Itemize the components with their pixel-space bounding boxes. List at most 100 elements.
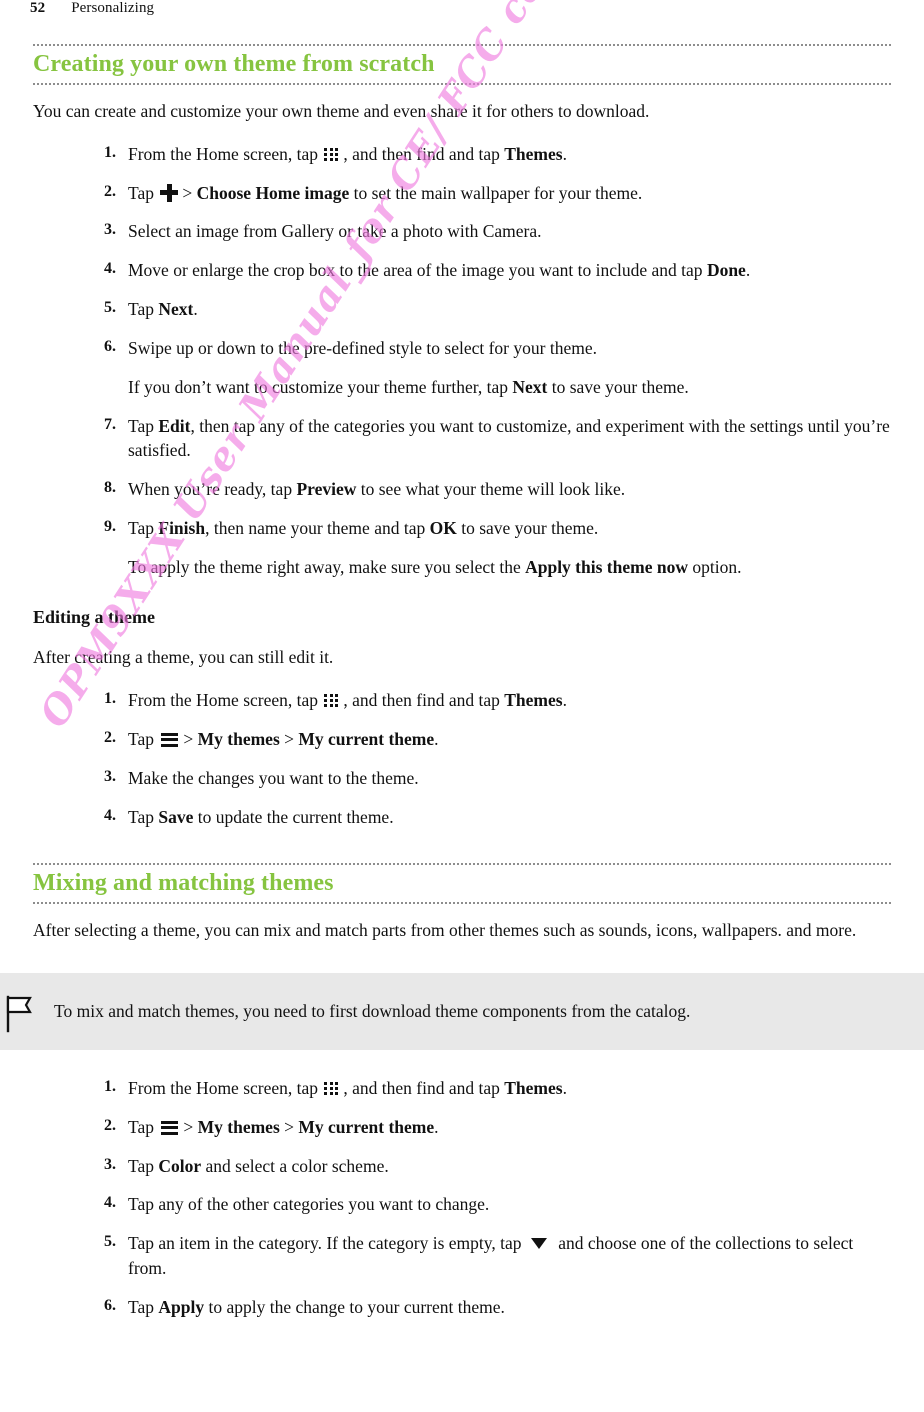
- section-intro-mixing-matching: After selecting a theme, you can mix and…: [33, 920, 857, 941]
- document-page: 52 Personalizing Creating your own theme…: [0, 0, 924, 1412]
- step-subtext: To apply the theme right away, make sure…: [128, 556, 742, 577]
- step-text: From the Home screen, tap , and then fin…: [128, 1077, 567, 1098]
- chapter-title: Personalizing: [71, 0, 155, 16]
- step-item: 7. Tap Edit, then tap any of the categori…: [33, 414, 891, 464]
- emphasis-term: Next: [512, 376, 548, 397]
- step-item: 2. Tap > My themes > My current theme.: [33, 1115, 891, 1140]
- step-text: Tap Apply to apply the change to your cu…: [128, 1296, 505, 1317]
- emphasis-term: Next: [158, 299, 194, 320]
- page-number: 52: [30, 0, 46, 16]
- step-number: 2.: [104, 182, 116, 200]
- section-heading-creating-theme: Creating your own theme from scratch: [33, 44, 891, 85]
- step-item: 8. When you’re ready, tap Preview to see …: [33, 477, 891, 502]
- hamburger-menu-icon: [161, 1120, 179, 1135]
- step-item: 1. From the Home screen, tap , and then f…: [33, 1076, 891, 1101]
- step-text: Select an image from Gallery or take a p…: [128, 221, 542, 242]
- step-text: From the Home screen, tap , and then fin…: [128, 143, 567, 164]
- step-item: 4. Move or enlarge the crop box to the ar…: [33, 258, 891, 283]
- emphasis-term: Edit: [158, 415, 191, 436]
- step-number: 2.: [104, 728, 116, 746]
- hamburger-menu-icon: [161, 732, 179, 747]
- step-number: 2.: [104, 1116, 116, 1134]
- step-item: 5. Tap Next.: [33, 297, 891, 322]
- emphasis-term: My current theme: [298, 728, 435, 749]
- emphasis-term: Done: [706, 260, 746, 281]
- step-item: 4. Tap Save to update the current theme.: [33, 805, 891, 830]
- steps-editing-theme: 1. From the Home screen, tap , and then f…: [33, 688, 891, 829]
- step-item: 2. Tap > My themes > My current theme.: [33, 727, 891, 752]
- step-text: Tap Color and select a color scheme.: [128, 1155, 389, 1176]
- apps-grid-icon: [324, 147, 339, 161]
- note-callout: To mix and match themes, you need to fir…: [0, 973, 924, 1050]
- step-item: 1. From the Home screen, tap , and then f…: [33, 142, 891, 167]
- emphasis-term: Choose Home image: [196, 182, 350, 203]
- emphasis-term: My themes: [197, 1116, 280, 1137]
- step-text: Make the changes you want to the theme.: [128, 767, 419, 788]
- step-text: Tap an item in the category. If the cate…: [128, 1233, 854, 1279]
- emphasis-term: Themes: [504, 143, 563, 164]
- running-header: 52 Personalizing: [30, 0, 154, 17]
- step-text: Tap Finish, then name your theme and tap…: [128, 518, 599, 539]
- steps-creating-theme: 1. From the Home screen, tap , and then f…: [33, 142, 891, 580]
- step-number: 1.: [104, 1077, 116, 1095]
- emphasis-term: Preview: [296, 479, 357, 500]
- section-heading-mixing-matching: Mixing and matching themes: [33, 863, 891, 905]
- step-number: 4.: [104, 1194, 116, 1212]
- emphasis-term: Themes: [504, 690, 563, 711]
- step-number: 1.: [104, 143, 116, 161]
- page-content: Creating your own theme from scratch You…: [0, 44, 924, 1334]
- caret-down-icon: [530, 1238, 547, 1250]
- steps-mixing-matching: 1. From the Home screen, tap , and then f…: [33, 1076, 891, 1320]
- step-item: 6. Swipe up or down to the pre-defined st…: [33, 336, 891, 400]
- step-number: 5.: [104, 1233, 116, 1251]
- apps-grid-icon: [324, 694, 339, 708]
- step-text: Move or enlarge the crop box to the area…: [128, 260, 751, 281]
- step-item: 4. Tap any of the other categories you wa…: [33, 1192, 891, 1217]
- step-number: 6.: [104, 1296, 116, 1314]
- emphasis-term: Themes: [504, 1077, 563, 1098]
- emphasis-term: Apply: [158, 1296, 205, 1317]
- step-text: Tap any of the other categories you want…: [128, 1194, 490, 1215]
- step-subtext: If you don’t want to customize your them…: [128, 376, 689, 397]
- step-item: 2. Tap > Choose Home image to set the mai…: [33, 181, 891, 206]
- step-item: 1. From the Home screen, tap , and then f…: [33, 688, 891, 713]
- step-text: When you’re ready, tap Preview to see wh…: [128, 479, 626, 500]
- section-intro-creating-theme: You can create and customize your own th…: [33, 100, 650, 121]
- step-number: 1.: [104, 690, 116, 708]
- emphasis-term: My current theme: [298, 1116, 435, 1137]
- flag-icon: [6, 995, 32, 1033]
- step-text: From the Home screen, tap , and then fin…: [128, 690, 567, 711]
- step-text: Tap Edit, then tap any of the categories…: [128, 415, 890, 461]
- plus-icon: [160, 183, 179, 202]
- emphasis-term: Finish: [158, 518, 206, 539]
- step-number: 3.: [104, 1155, 116, 1173]
- step-text: Tap > My themes > My current theme.: [128, 728, 439, 749]
- step-number: 6.: [104, 337, 116, 355]
- step-text: Tap Next.: [128, 299, 198, 320]
- step-number: 3.: [104, 767, 116, 785]
- step-text: Tap Save to update the current theme.: [128, 806, 394, 827]
- step-text: Swipe up or down to the pre-defined styl…: [128, 337, 597, 358]
- emphasis-term: Apply this theme now: [525, 556, 688, 577]
- note-text: To mix and match themes, you need to fir…: [54, 1001, 691, 1022]
- step-number: 3.: [104, 221, 116, 239]
- step-number: 8.: [104, 479, 116, 497]
- subsection-heading-editing-theme: Editing a theme: [33, 606, 156, 627]
- step-item: 5. Tap an item in the category. If the ca…: [33, 1231, 891, 1281]
- emphasis-term: Save: [158, 806, 194, 827]
- step-number: 9.: [104, 518, 116, 536]
- step-item: 9. Tap Finish, then name your theme and t…: [33, 516, 891, 580]
- apps-grid-icon: [324, 1081, 339, 1096]
- step-item: 3. Tap Color and select a color scheme.: [33, 1154, 891, 1179]
- step-item: 3. Select an image from Gallery or take a…: [33, 219, 891, 244]
- emphasis-term: My themes: [197, 728, 280, 749]
- step-text: Tap > My themes > My current theme.: [128, 1116, 439, 1137]
- step-number: 5.: [104, 299, 116, 317]
- subsection-intro-editing-theme: After creating a theme, you can still ed…: [33, 647, 334, 668]
- emphasis-term: Color: [158, 1155, 202, 1176]
- emphasis-term: OK: [429, 518, 457, 539]
- step-item: 3. Make the changes you want to the theme…: [33, 766, 891, 791]
- step-number: 4.: [104, 260, 116, 278]
- step-text: Tap > Choose Home image to set the main …: [128, 182, 643, 203]
- step-item: 6. Tap Apply to apply the change to your …: [33, 1295, 891, 1320]
